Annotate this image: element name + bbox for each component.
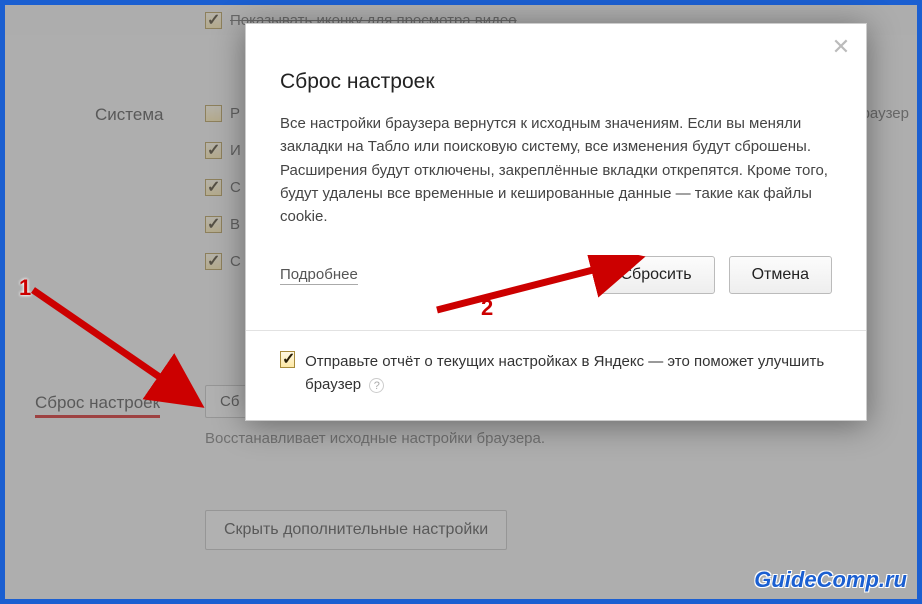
reset-confirm-button[interactable]: Сбросить — [597, 256, 714, 294]
cancel-button[interactable]: Отмена — [729, 256, 832, 294]
close-icon[interactable]: ✕ — [830, 36, 852, 58]
dialog-title: Сброс настроек — [280, 70, 832, 94]
cancel-label: Отмена — [752, 266, 809, 283]
send-report-label: Отправьте отчёт о текущих настройках в Я… — [305, 351, 832, 396]
learn-more-link[interactable]: Подробнее — [280, 266, 358, 285]
annotation-number-2: 2 — [481, 295, 493, 321]
help-icon[interactable]: ? — [369, 378, 384, 393]
dialog-description: Все настройки браузера вернутся к исходн… — [280, 112, 832, 228]
reset-settings-dialog: ✕ Сброс настроек Все настройки браузера … — [245, 23, 867, 421]
dialog-footer: Отправьте отчёт о текущих настройках в Я… — [246, 330, 866, 420]
dialog-actions: Подробнее Сбросить Отмена — [280, 256, 832, 294]
annotation-number-1: 1 — [19, 275, 31, 301]
watermark: GuideComp.ru — [754, 567, 907, 593]
reset-confirm-label: Сбросить — [620, 266, 691, 283]
send-report-checkbox[interactable] — [280, 351, 295, 368]
